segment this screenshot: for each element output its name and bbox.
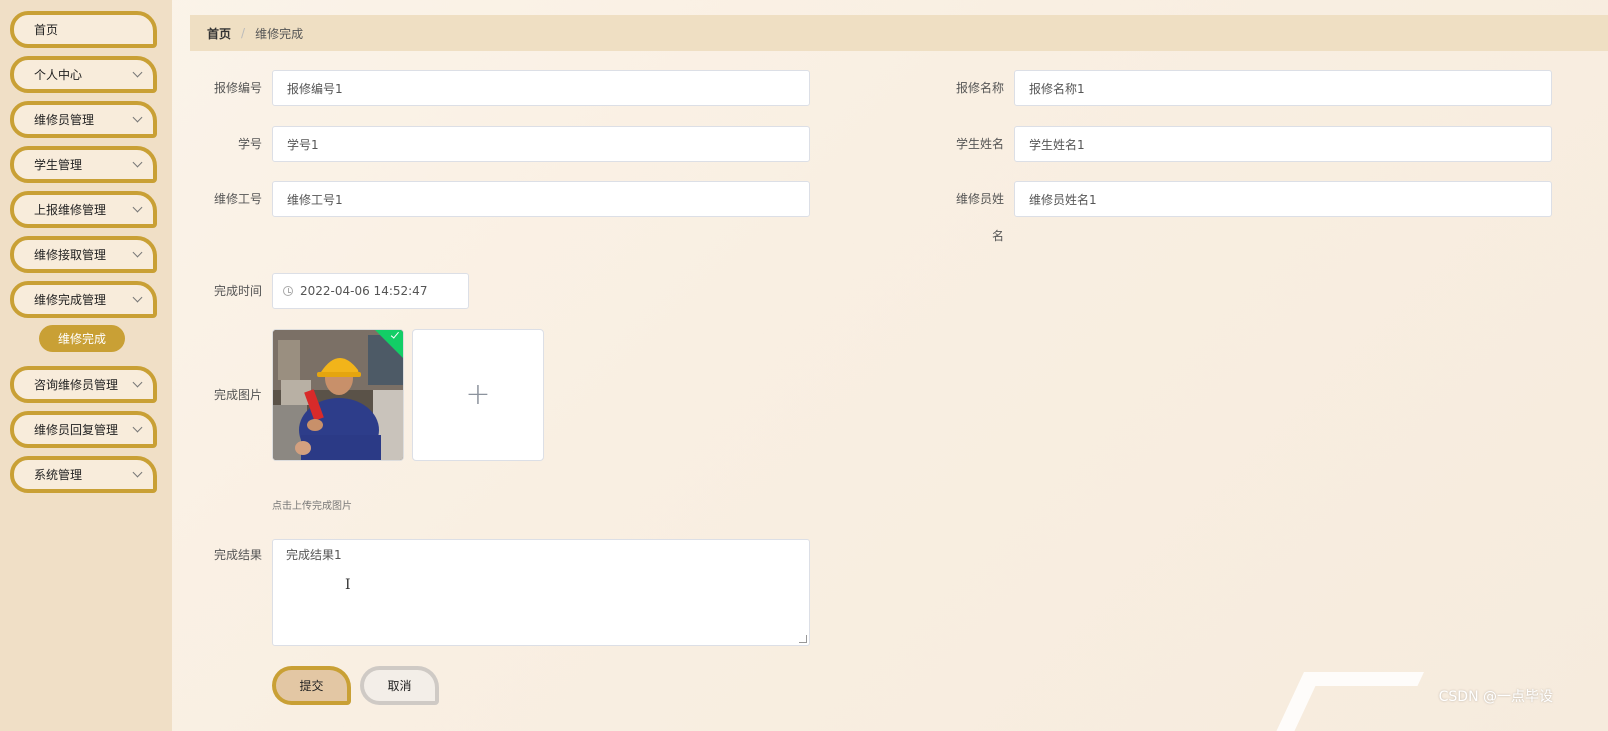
- sidebar-item-repairman-management[interactable]: 维修员管理: [10, 101, 157, 138]
- chevron-down-icon: [132, 467, 143, 477]
- cancel-button-label: 取消: [387, 679, 412, 693]
- chevron-down-icon: [132, 247, 143, 257]
- sidebar-item-repair-accept-management[interactable]: 维修接取管理: [10, 236, 157, 273]
- sidebar-item-system-management[interactable]: 系统管理: [10, 456, 157, 493]
- uploaded-finish-photo[interactable]: [272, 329, 404, 461]
- worker-no-value: 维修工号1: [287, 192, 343, 207]
- repair-name-value: 报修名称1: [1029, 81, 1085, 96]
- resize-handle-icon[interactable]: [799, 635, 807, 643]
- repair-name-input[interactable]: 报修名称1: [1014, 70, 1552, 106]
- student-no-value: 学号1: [287, 137, 319, 152]
- sidebar-item-report-repair-management[interactable]: 上报维修管理: [10, 191, 157, 228]
- worker-no-input[interactable]: 维修工号1: [272, 181, 810, 217]
- repair-no-input[interactable]: 报修编号1: [272, 70, 810, 106]
- worker-name-label-line2: 名: [991, 229, 1004, 243]
- repair-no-label: 报修编号: [213, 81, 262, 95]
- student-no-input[interactable]: 学号1: [272, 126, 810, 162]
- finish-time-picker[interactable]: 2022-04-06 14:52:47: [272, 273, 469, 309]
- student-name-input[interactable]: 学生姓名1: [1014, 126, 1552, 162]
- finish-result-value: 完成结果1: [286, 548, 342, 562]
- sidebar-item-label: 咨询维修员管理: [34, 378, 119, 392]
- sidebar-item-home[interactable]: 首页: [10, 11, 157, 48]
- worker-name-value: 维修员姓名1: [1029, 192, 1097, 207]
- finish-time-label: 完成时间: [213, 284, 262, 298]
- watermark: CSDN @一点毕设: [1438, 689, 1553, 705]
- chevron-down-icon: [132, 67, 143, 77]
- sidebar-item-label: 个人中心: [34, 68, 83, 82]
- sidebar-item-label: 维修完成管理: [34, 293, 107, 307]
- sidebar-item-label: 维修员管理: [34, 113, 95, 127]
- sidebar-item-consult-repairman-management[interactable]: 咨询维修员管理: [10, 366, 157, 403]
- worker-no-label: 维修工号: [213, 192, 262, 206]
- upload-image-button[interactable]: +: [412, 329, 544, 461]
- sidebar-item-label: 系统管理: [34, 468, 83, 482]
- clock-icon: [283, 286, 293, 296]
- worker-name-label: 维修员姓 名: [934, 191, 1004, 244]
- sidebar-item-student-management[interactable]: 学生管理: [10, 146, 157, 183]
- sidebar-item-label: 维修员回复管理: [34, 423, 119, 437]
- background-decoration: [1276, 672, 1424, 731]
- sidebar-item-personal-center[interactable]: 个人中心: [10, 56, 157, 93]
- sidebar-subitem-repair-complete[interactable]: 维修完成: [39, 325, 125, 352]
- sidebar-item-repair-complete-management[interactable]: 维修完成管理: [10, 281, 157, 318]
- chevron-down-icon: [132, 202, 143, 212]
- finish-result-textarea[interactable]: 完成结果1: [272, 539, 810, 646]
- chevron-down-icon: [132, 377, 143, 387]
- cancel-button[interactable]: 取消: [360, 666, 439, 705]
- sidebar-subitem-label: 维修完成: [57, 332, 106, 346]
- plus-icon: +: [465, 377, 491, 412]
- upload-tip: 点击上传完成图片: [272, 501, 352, 512]
- finish-result-label: 完成结果: [213, 548, 262, 562]
- text-cursor-icon: I: [345, 577, 351, 593]
- student-no-label: 学号: [237, 137, 262, 151]
- sidebar-item-repairman-reply-management[interactable]: 维修员回复管理: [10, 411, 157, 448]
- chevron-down-icon: [132, 157, 143, 167]
- breadcrumb: 首页 / 维修完成: [190, 15, 1608, 51]
- submit-button[interactable]: 提交: [272, 666, 351, 705]
- chevron-down-icon: [132, 422, 143, 432]
- finish-time-value: 2022-04-06 14:52:47: [300, 284, 428, 298]
- sidebar-item-label: 首页: [34, 23, 59, 37]
- worker-photo-image: [273, 330, 403, 460]
- sidebar: 首页 个人中心 维修员管理 学生管理 上报维修管理 维修接取管理 维修完成管理 …: [0, 0, 172, 731]
- submit-button-label: 提交: [299, 679, 324, 693]
- breadcrumb-current: 维修完成: [255, 26, 304, 41]
- repair-name-label: 报修名称: [955, 81, 1004, 95]
- breadcrumb-home-link[interactable]: 首页: [207, 25, 231, 42]
- chevron-down-icon: [132, 292, 143, 302]
- sidebar-item-label: 上报维修管理: [34, 203, 107, 217]
- student-name-label: 学生姓名: [955, 137, 1004, 151]
- repair-no-value: 报修编号1: [287, 81, 343, 96]
- worker-name-input[interactable]: 维修员姓名1: [1014, 181, 1552, 217]
- check-icon: [390, 330, 399, 339]
- sidebar-item-label: 维修接取管理: [34, 248, 107, 262]
- worker-name-label-line1: 维修员姓: [955, 192, 1004, 206]
- finish-image-label: 完成图片: [213, 388, 262, 402]
- chevron-down-icon: [132, 112, 143, 122]
- student-name-value: 学生姓名1: [1029, 137, 1085, 152]
- breadcrumb-separator: /: [241, 26, 246, 40]
- sidebar-item-label: 学生管理: [34, 158, 83, 172]
